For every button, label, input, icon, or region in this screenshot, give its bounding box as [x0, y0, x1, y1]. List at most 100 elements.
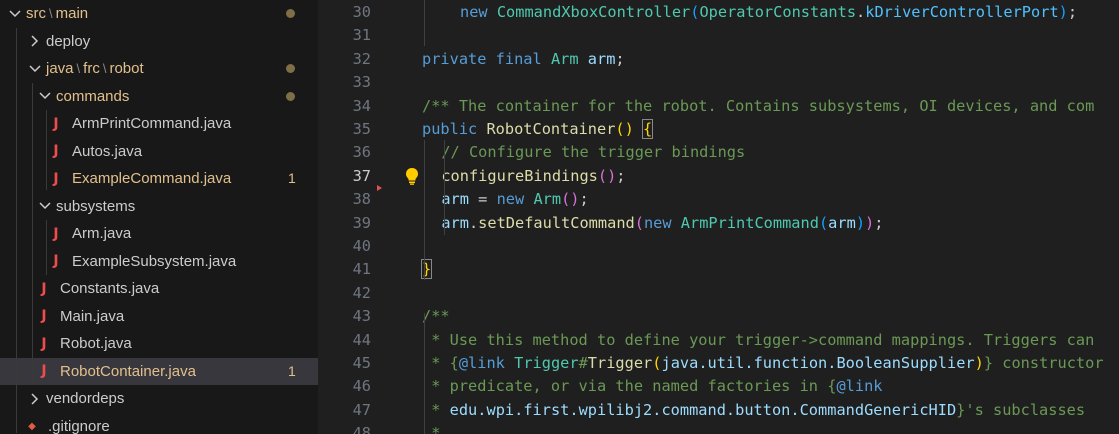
code-line[interactable]: 42: [318, 281, 1119, 305]
explorer-item-deploy[interactable]: deploy: [0, 28, 318, 55]
code-token: ;: [615, 49, 625, 68]
explorer-item-constants-java[interactable]: J Constants.java: [0, 275, 318, 302]
explorer-item-src-main[interactable]: src \ main: [0, 0, 318, 27]
explorer-item-arm-java[interactable]: J Arm.java: [0, 220, 318, 247]
line-number: 35: [352, 120, 371, 138]
lightbulb-icon[interactable]: [404, 167, 420, 185]
code-line[interactable]: 40: [318, 234, 1119, 258]
explorer-item-armprintcommand-java[interactable]: J ArmPrintCommand.java: [0, 110, 318, 137]
code-token: * Use this method to define your trigger…: [422, 330, 1095, 349]
explorer-item-label: src \ main: [26, 5, 88, 22]
java-file-icon: J: [53, 115, 59, 132]
explorer-sidebar: src \ main deploy java \ frc \ robot commands J Arm…: [0, 0, 318, 434]
code-line[interactable]: 38 arm = new Arm();: [318, 187, 1119, 211]
explorer-item-label: subsystems: [56, 197, 136, 215]
code-token: }'s subclasses: [956, 400, 1086, 419]
line-number: 39: [352, 213, 371, 232]
path-segment: frc: [83, 60, 100, 77]
line-number: 42: [352, 283, 371, 302]
line-number: 45: [352, 354, 371, 372]
code-editor[interactable]: 30 new CommandXboxController(OperatorCons…: [318, 0, 1119, 434]
code-token: /** The container for the robot. Contain…: [422, 96, 1095, 115]
chevron-down-icon[interactable]: [38, 199, 52, 213]
code-token: *: [422, 424, 450, 434]
code-line[interactable]: 48 *: [318, 421, 1119, 434]
code-token: * {: [422, 354, 459, 372]
explorer-item-examplesubsystem-java[interactable]: J ExampleSubsystem.java: [0, 248, 318, 275]
line-number: 32: [352, 49, 371, 68]
explorer-item-subsystems[interactable]: subsystems: [0, 193, 318, 220]
line-number: 47: [352, 400, 371, 419]
chevron-down-icon[interactable]: [8, 7, 22, 21]
code-token: (): [615, 120, 634, 138]
code-line[interactable]: 39 arm.setDefaultCommand(new ArmPrintComm…: [318, 211, 1119, 235]
explorer-item-label: RobotContainer.java: [60, 362, 196, 380]
explorer-item-examplecommand-java[interactable]: J ExampleCommand.java 1: [0, 165, 318, 192]
explorer-item-commands[interactable]: commands: [0, 83, 318, 110]
code-line[interactable]: 34 /** The container for the robot. Conta…: [318, 94, 1119, 118]
editor-indent-guide: [424, 313, 425, 434]
java-file-icon: J: [53, 225, 59, 242]
code-line[interactable]: 33: [318, 70, 1119, 94]
code-line[interactable]: 44 * Use this method to define your trig…: [318, 328, 1119, 352]
tree-indent-guide: [16, 28, 17, 433]
code-line[interactable]: 37 configureBindings();: [318, 164, 1119, 188]
chevron-right-icon[interactable]: [28, 34, 42, 48]
line-number: 33: [352, 73, 371, 92]
code-line[interactable]: 47 * edu.wpi.first.wpilibj2.command.butt…: [318, 398, 1119, 422]
path-separator: \: [49, 6, 53, 21]
code-token: new: [496, 190, 534, 209]
explorer-item-label: ExampleCommand.java: [72, 170, 232, 187]
explorer-item-main-java[interactable]: J Main.java: [0, 303, 318, 330]
code-line[interactable]: 43 /**: [318, 304, 1119, 328]
code-line[interactable]: 31: [318, 23, 1119, 47]
explorer-item-label: .gitignore: [48, 417, 110, 434]
line-number: 30: [352, 3, 371, 21]
code-line[interactable]: 30 new CommandXboxController(OperatorCons…: [318, 0, 1119, 24]
code-token: ;: [1067, 3, 1078, 21]
code-token: kDriverControllerPort: [865, 3, 1059, 21]
java-file-icon: J: [41, 308, 47, 324]
code-token: =: [468, 190, 497, 209]
line-number: 41: [352, 260, 371, 279]
explorer-item-robot-java[interactable]: J Robot.java: [0, 330, 318, 357]
tree-indent-guide: [32, 83, 33, 383]
line-number: 38: [352, 190, 371, 209]
explorer-item-label: ExampleSubsystem.java: [72, 252, 237, 270]
error-marker-icon: [377, 184, 382, 191]
explorer-item-java-frc-robot[interactable]: java \ frc \ robot: [0, 55, 318, 82]
code-token: arm: [587, 49, 616, 68]
code-token: arm: [441, 213, 469, 232]
line-number: 46: [352, 377, 371, 396]
explorer-item-autos-java[interactable]: J Autos.java: [0, 138, 318, 165]
chevron-down-icon[interactable]: [28, 62, 42, 76]
explorer-item-vendordeps[interactable]: vendordeps: [0, 385, 318, 412]
code-token: arm: [828, 213, 856, 232]
chevron-down-icon[interactable]: [38, 89, 52, 103]
line-number: 34: [352, 96, 371, 115]
code-token: configureBindings: [441, 166, 598, 185]
explorer-item-gitignore[interactable]: ◆ .gitignore: [0, 413, 318, 434]
tree-indent-guide: [46, 220, 47, 275]
code-token: @link: [458, 354, 515, 372]
code-token: @link: [836, 377, 883, 396]
code-text: *: [422, 421, 450, 434]
java-file-icon: J: [53, 253, 59, 269]
code-line[interactable]: 41}: [318, 257, 1119, 281]
code-token: arm: [441, 190, 469, 209]
code-line[interactable]: 32 private final Arm arm;: [318, 47, 1119, 71]
code-line[interactable]: 35 public RobotContainer() {: [318, 117, 1119, 141]
modified-dot-icon: [286, 91, 295, 101]
java-file-icon: J: [41, 280, 47, 297]
code-text: configureBindings();: [441, 164, 625, 188]
code-text: /** The container for the robot. Contain…: [422, 94, 1094, 118]
code-token: private final: [422, 49, 551, 68]
path-segment: main: [55, 5, 89, 22]
chevron-right-icon[interactable]: [28, 392, 42, 406]
line-number: 48: [352, 424, 371, 434]
code-line[interactable]: 46 * predicate, or via the named factori…: [318, 374, 1119, 398]
explorer-item-robotcontainer-java[interactable]: J RobotContainer.java 1: [0, 357, 318, 385]
code-line[interactable]: 45 * {@link Trigger#Trigger(java.util.fu…: [318, 351, 1119, 375]
code-line[interactable]: 36 // Configure the trigger bindings: [318, 140, 1119, 164]
